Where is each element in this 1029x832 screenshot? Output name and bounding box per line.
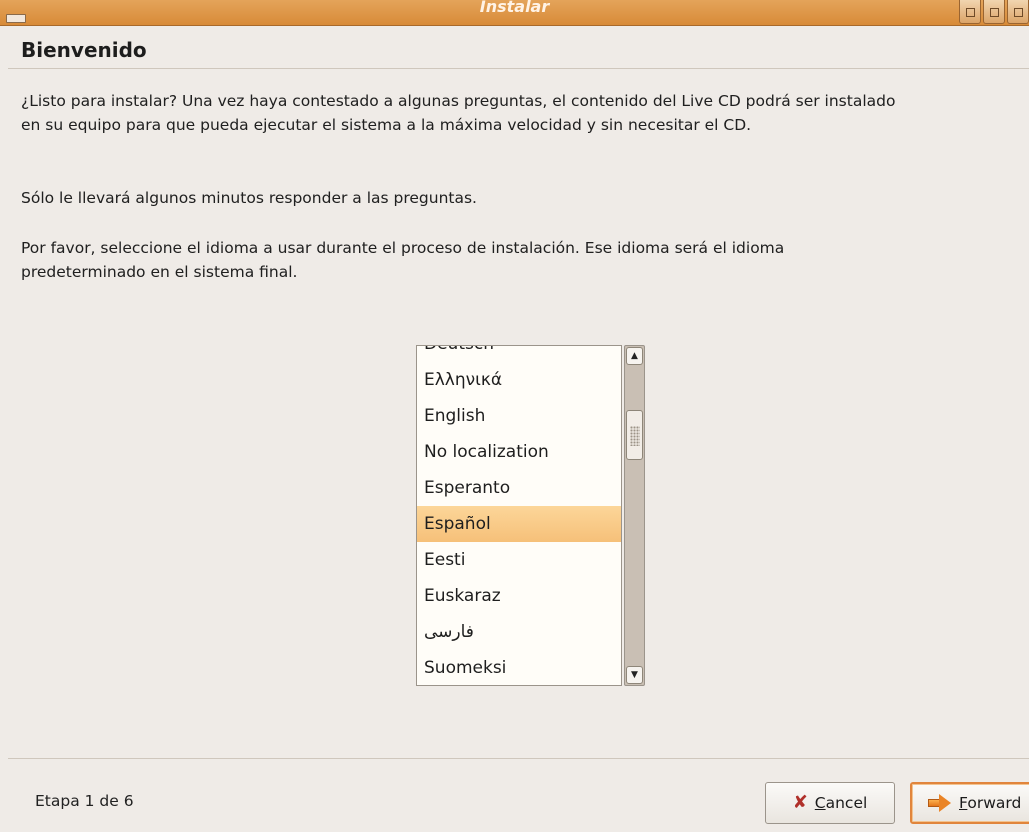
- language-item[interactable]: English: [417, 398, 621, 434]
- forward-arrow-icon: [928, 794, 952, 812]
- scroll-down-arrow-icon: ▼: [631, 670, 638, 680]
- language-list-scrollbar[interactable]: ▲ ▼: [624, 345, 645, 686]
- intro-paragraph: ¿Listo para instalar? Una vez haya conte…: [21, 92, 896, 134]
- close-icon: [1014, 8, 1023, 17]
- minimize-icon: [966, 8, 975, 17]
- footer-divider: [8, 758, 1029, 759]
- scrollbar-thumb[interactable]: [626, 410, 643, 460]
- header-divider: [8, 68, 1029, 69]
- scroll-down-button[interactable]: ▼: [626, 666, 643, 684]
- language-instruction-paragraph: Por favor, seleccione el idioma a usar d…: [21, 239, 785, 281]
- language-list[interactable]: Deutsch Ελληνικά English No localization…: [416, 345, 622, 686]
- title-bar: Instalar: [0, 0, 1029, 26]
- maximize-icon: [990, 8, 999, 17]
- close-window-button[interactable]: [1007, 0, 1029, 24]
- scroll-up-button[interactable]: ▲: [626, 347, 643, 365]
- cancel-label: Cancel: [814, 794, 868, 812]
- language-item[interactable]: Euskaraz: [417, 578, 621, 614]
- cancel-x-icon: ✘: [792, 792, 808, 813]
- minimize-button[interactable]: [959, 0, 981, 24]
- time-paragraph: Sólo le llevará algunos minutos responde…: [21, 189, 477, 207]
- stage-indicator: Etapa 1 de 6: [35, 792, 134, 810]
- language-item[interactable]: Ελληνικά: [417, 362, 621, 398]
- forward-label: Forward: [959, 794, 1022, 812]
- cancel-button[interactable]: ✘ Cancel: [765, 782, 895, 824]
- language-item-selected[interactable]: Español: [417, 506, 621, 542]
- window-controls: [959, 0, 1029, 26]
- language-item[interactable]: No localization: [417, 434, 621, 470]
- scroll-up-arrow-icon: ▲: [631, 351, 638, 361]
- page-title: Bienvenido: [21, 38, 147, 62]
- language-item[interactable]: Deutsch: [417, 346, 621, 362]
- thumb-grip-icon: [630, 426, 640, 446]
- forward-button[interactable]: Forward: [910, 782, 1029, 824]
- language-item[interactable]: Suomeksi: [417, 650, 621, 685]
- language-item[interactable]: فارسی: [417, 614, 621, 650]
- maximize-button[interactable]: [983, 0, 1005, 24]
- language-item[interactable]: Eesti: [417, 542, 621, 578]
- language-item[interactable]: Esperanto: [417, 470, 621, 506]
- window-title: Instalar: [479, 0, 550, 14]
- window-menu-icon[interactable]: [6, 14, 26, 23]
